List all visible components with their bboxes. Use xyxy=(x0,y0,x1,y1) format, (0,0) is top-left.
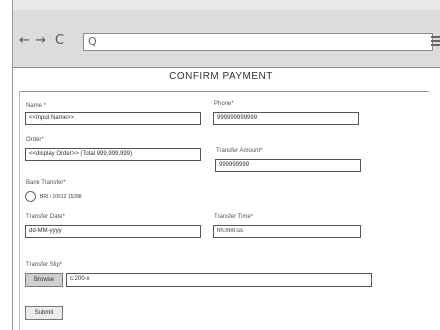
phone-label: Phone* xyxy=(214,101,234,107)
transfer-date-field[interactable]: dd-MM-yyyy xyxy=(25,225,201,238)
payment-form-panel xyxy=(19,91,429,330)
browser-title-strip xyxy=(13,0,440,10)
menu-icon[interactable] xyxy=(431,36,440,46)
back-arrow-icon[interactable]: ← xyxy=(19,34,30,48)
transfer-slip-label: Transfer Slip* xyxy=(26,262,63,268)
bank-option-label: BRI / 10512 15288 xyxy=(40,194,82,200)
name-field[interactable]: <<Input Name>> xyxy=(25,112,201,125)
transfer-time-label: Transfer Time* xyxy=(214,214,254,220)
file-path-field[interactable]: c:200-x xyxy=(66,273,372,287)
transfer-amount-label: Transfer Amount* xyxy=(216,148,263,154)
bank-radio-button[interactable] xyxy=(25,191,36,202)
forward-arrow-icon[interactable]: → xyxy=(35,34,46,48)
browse-button[interactable]: Browse xyxy=(25,273,63,287)
address-bar[interactable]: Q xyxy=(83,33,433,51)
reload-icon[interactable]: C xyxy=(55,34,64,48)
submit-button[interactable]: Submit xyxy=(25,306,63,320)
transfer-time-field[interactable]: hh:mm:ss xyxy=(213,225,361,238)
order-field[interactable]: <<display Order>> (Total 999,999,999) xyxy=(25,148,201,161)
transfer-amount-field[interactable]: 999999999 xyxy=(215,159,361,172)
bank-transfer-label: Bank Transfer* xyxy=(26,180,66,186)
transfer-date-label: Transfer Date* xyxy=(26,214,65,220)
name-label: Name * xyxy=(26,103,47,109)
search-icon: Q xyxy=(88,35,97,48)
page-title: CONFIRM PAYMENT xyxy=(169,71,273,82)
order-label: Order* xyxy=(26,137,44,143)
phone-field[interactable]: 999999999999 xyxy=(213,112,359,125)
